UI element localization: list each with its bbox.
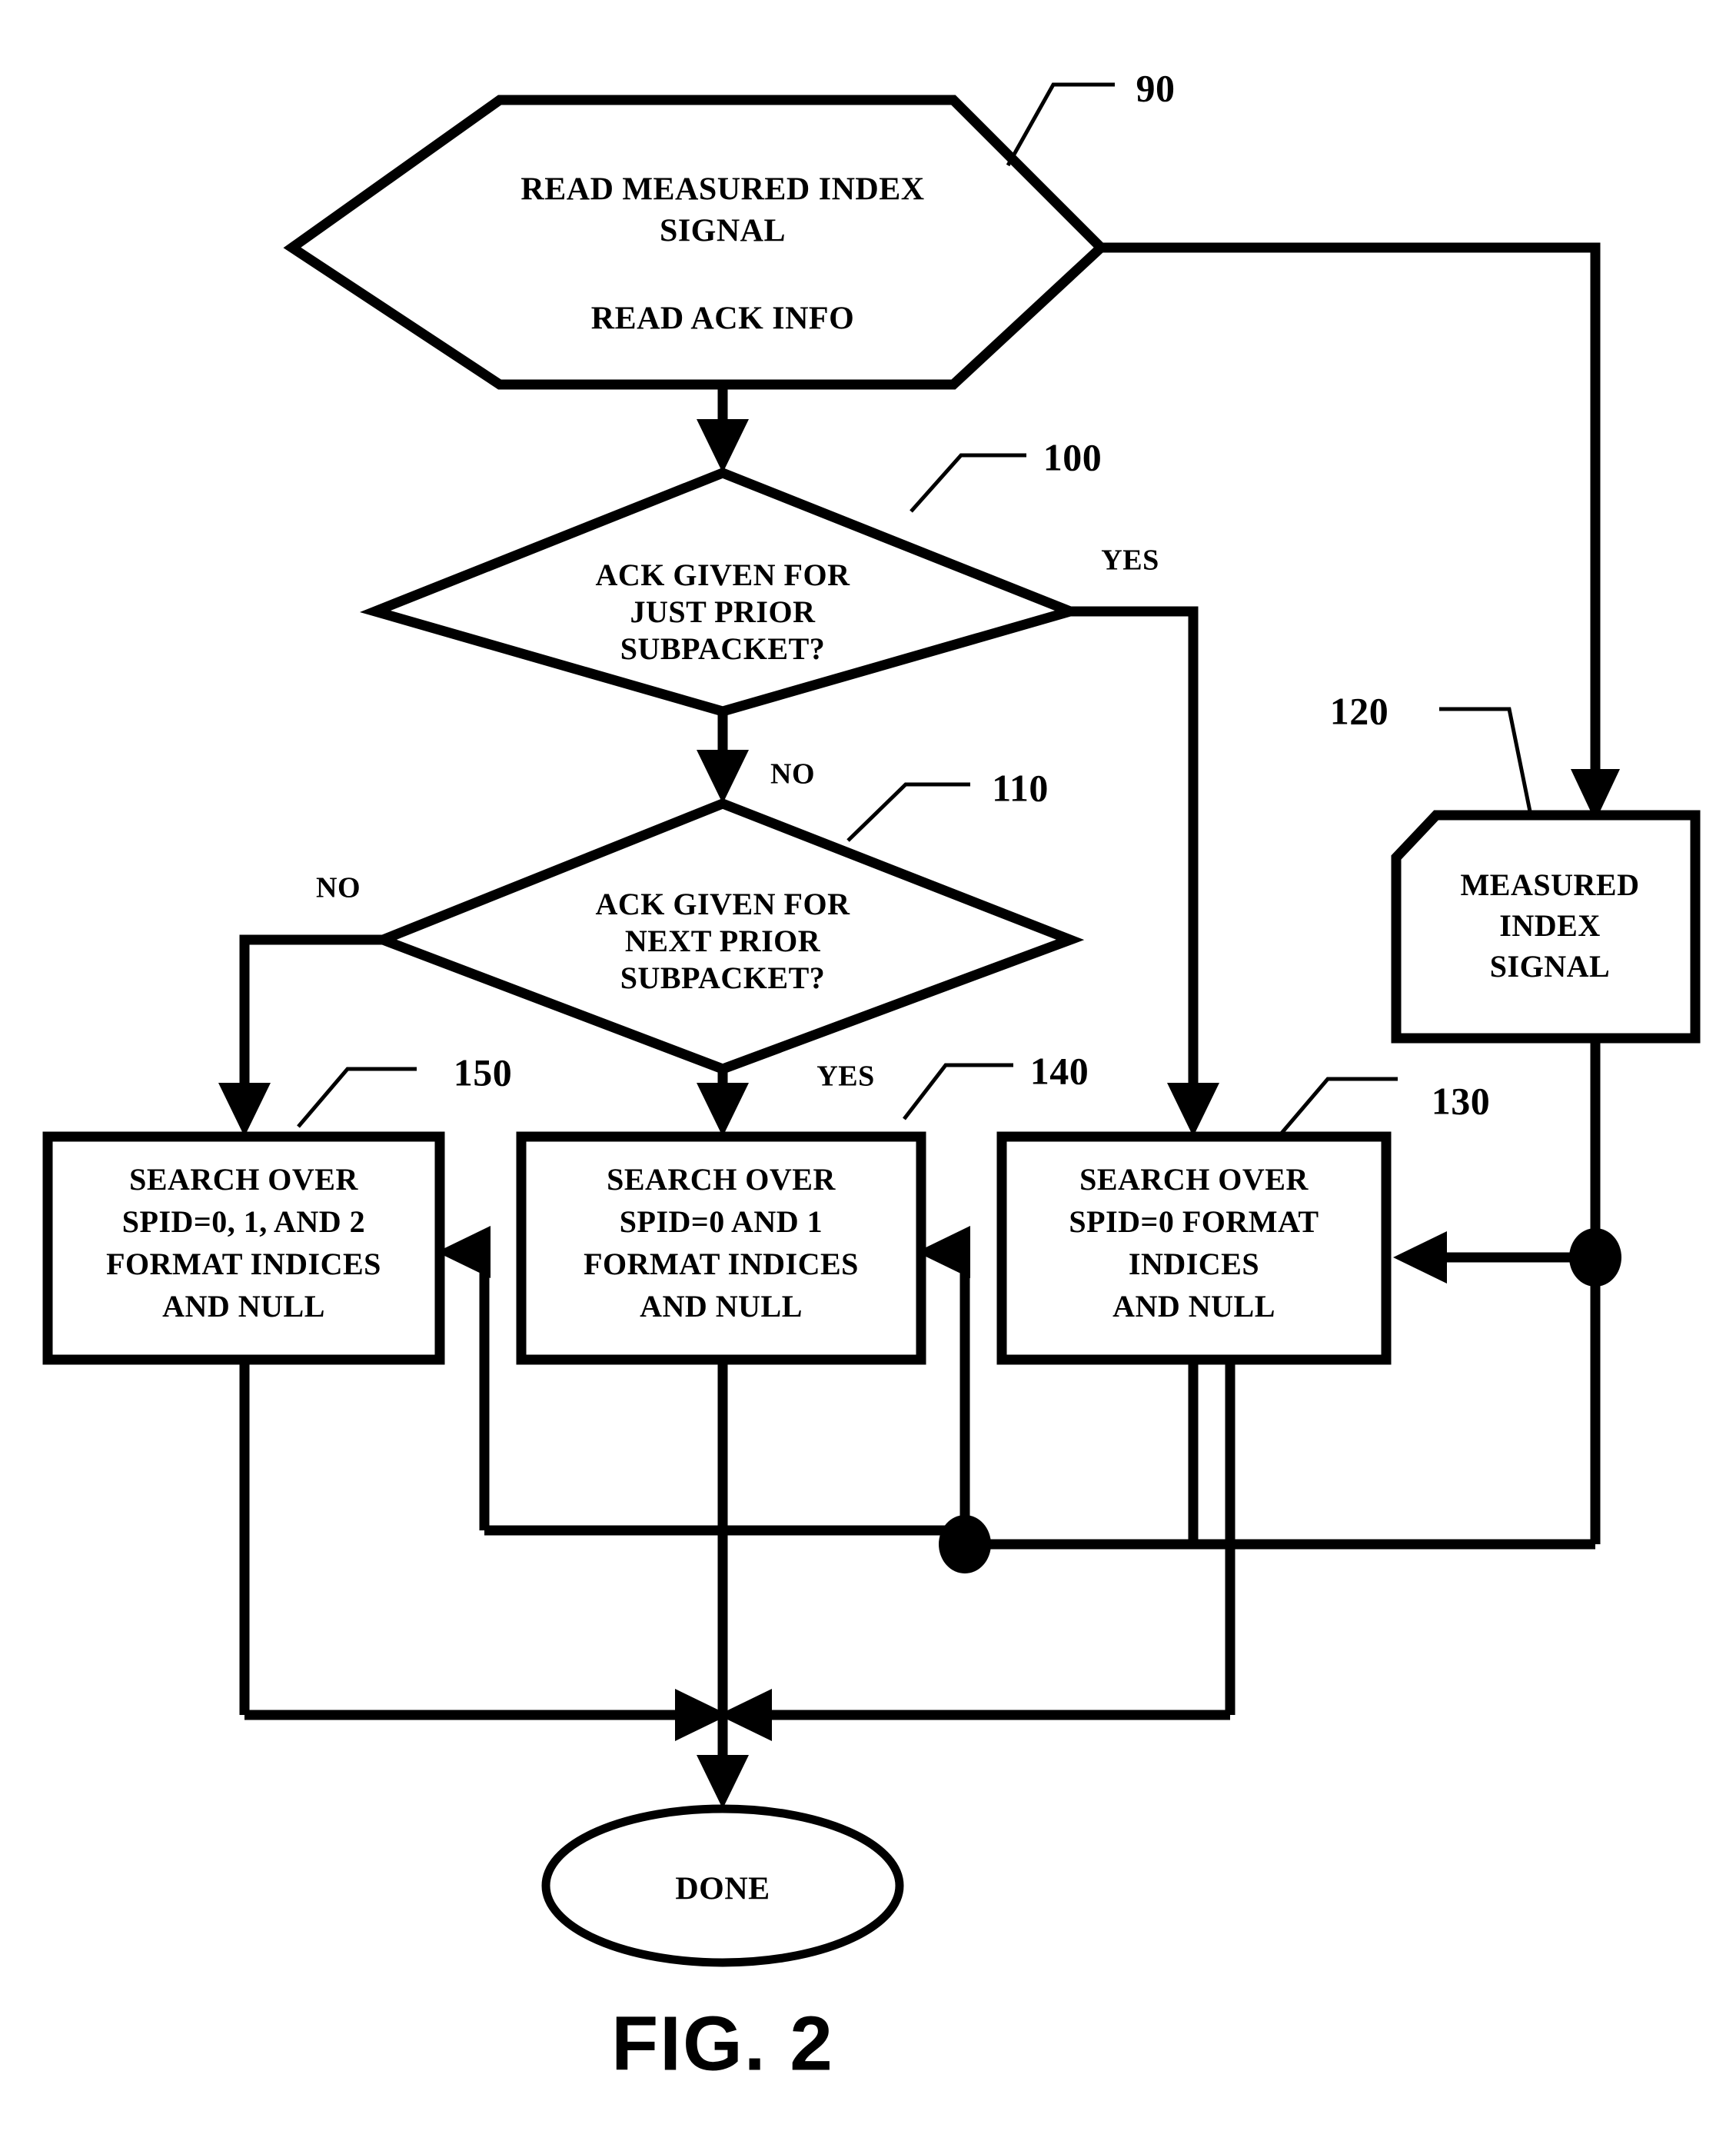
search140-line3: FORMAT INDICES [584,1247,859,1281]
connector-search140-to-done [697,1360,749,1809]
ref-number-150: 150 [454,1051,513,1094]
flowchart-diagram: READ MEASURED INDEX SIGNAL READ ACK INFO… [42,66,1701,2086]
search150-line2: SPID=0, 1, AND 2 [122,1204,365,1239]
read-line2: SIGNAL [660,214,786,249]
ref-number-140: 140 [1030,1049,1089,1092]
search130-line3: INDICES [1129,1247,1259,1281]
arrowhead-into-search130-right [1393,1231,1447,1284]
connector-decision110-yes-to-search140 [697,1069,749,1137]
search140-line2: SPID=0 AND 1 [620,1204,823,1239]
branch-label-yes-110: YES [816,1061,874,1093]
leader-ref-100: 100 [910,435,1102,513]
search130-line2: SPID=0 FORMAT [1069,1204,1319,1239]
arrowhead-into-search150 [218,1083,271,1137]
connector-decision110-no-to-search150 [218,934,383,1137]
branch-label-no-100: NO [770,758,815,791]
node-search-spid0[interactable]: SEARCH OVER SPID=0 FORMAT INDICES AND NU… [996,1131,1392,1365]
node-done[interactable]: DONE [541,1804,904,1967]
leader-ref-150: 150 [297,1051,513,1128]
search140-line4: AND NULL [640,1289,803,1324]
connector-decision100-no-to-decision110 [697,711,749,804]
search150-line1: SEARCH OVER [129,1162,358,1197]
done-label: DONE [675,1872,770,1907]
leader-ref-140: 140 [903,1049,1089,1120]
branch-label-yes-100: YES [1101,544,1159,577]
search150-line4: AND NULL [162,1289,325,1324]
ref-number-110: 110 [992,766,1049,809]
search140-line1: SEARCH OVER [607,1162,836,1197]
ref-number-130: 130 [1432,1079,1491,1122]
ref-number-120: 120 [1330,689,1389,732]
search130-line4: AND NULL [1112,1289,1275,1324]
search130-line1: SEARCH OVER [1079,1162,1309,1197]
measured-index-line2: INDEX [1499,908,1600,943]
search150-line3: FORMAT INDICES [106,1247,381,1281]
ref-number-90: 90 [1136,66,1176,109]
measured-index-line1: MEASURED [1461,867,1640,902]
connector-measured-index-to-search130 [1393,1038,1621,1544]
leader-ref-130: 130 [1277,1077,1491,1138]
node-decision-next-prior[interactable]: ACK GIVEN FOR NEXT PRIOR SUBPACKET? [369,798,1085,1074]
decision110-line3: SUBPACKET? [620,961,826,995]
junction-dot-right [1569,1228,1621,1287]
connector-read-to-measured-index [1101,242,1620,821]
node-search-spid012[interactable]: SEARCH OVER SPID=0, 1, AND 2 FORMAT INDI… [42,1131,445,1365]
figure-caption: FIG. 2 [611,2000,834,2086]
node-measured-index-signal[interactable]: MEASURED INDEX SIGNAL [1391,810,1701,1044]
junction-dot-center [939,1515,991,1573]
connector-read-to-decision100 [697,385,749,473]
decision100-line3: SUBPACKET? [620,631,826,666]
decision100-line2: JUST PRIOR [630,594,816,629]
leader-ref-90: 90 [1006,66,1176,167]
arrowhead-into-search130 [1167,1083,1219,1137]
decision110-line2: NEXT PRIOR [625,924,821,958]
connector-decision100-yes-to-search130 [1070,606,1219,1137]
leader-ref-110: 110 [846,766,1049,842]
arrowhead-into-search140 [697,1083,749,1137]
figure-root: READ MEASURED INDEX SIGNAL READ ACK INFO… [0,0,1736,2141]
arrowhead-into-decision110 [697,750,749,804]
read-line1: READ MEASURED INDEX [520,172,924,208]
decision110-line1: ACK GIVEN FOR [596,887,851,921]
arrowhead-into-done [697,1755,749,1809]
node-search-spid01[interactable]: SEARCH OVER SPID=0 AND 1 FORMAT INDICES … [516,1131,926,1365]
arrowhead-into-decision100 [697,419,749,473]
node-decision-just-prior[interactable]: ACK GIVEN FOR JUST PRIOR SUBPACKET? [359,468,1086,717]
branch-label-no-110: NO [316,872,361,904]
leader-ref-120: 120 [1330,689,1532,812]
ref-number-100: 100 [1043,435,1102,478]
read-line3: READ ACK INFO [591,301,855,337]
decision100-line1: ACK GIVEN FOR [596,558,851,592]
measured-index-line3: SIGNAL [1490,949,1610,984]
node-read-measured-index[interactable]: READ MEASURED INDEX SIGNAL READ ACK INFO [283,95,1109,390]
